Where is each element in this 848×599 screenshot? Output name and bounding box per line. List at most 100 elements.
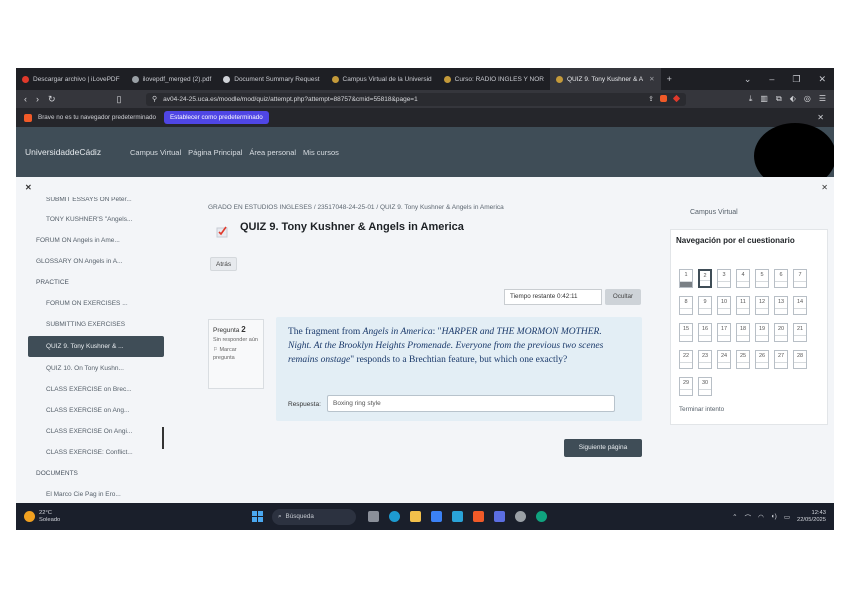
question-nav-button[interactable]: 7 [793,269,807,288]
question-nav-button[interactable]: 19 [755,323,769,342]
course-index-item[interactable]: SUBMIT ESSAYS ON Peter... [16,197,170,209]
nav-link-dashboard[interactable]: Área personal [249,148,296,157]
weather-widget[interactable]: 22°C Soleado [16,510,252,524]
question-nav-button[interactable]: 28 [793,350,807,369]
course-index-item[interactable]: CLASS EXERCISE: Conflict... [16,442,170,463]
site-brand[interactable]: UniversidaddeCádiz [16,147,130,157]
browser-tab-active[interactable]: QUIZ 9. Tony Kushner & A ✕ [549,68,661,90]
vpn-icon[interactable]: ⬖ [790,94,796,104]
nav-link-campus[interactable]: Campus Virtual [130,148,181,157]
site-info-icon[interactable]: ⚲ [152,95,157,103]
brave-rewards-icon[interactable] [672,94,681,103]
set-default-button[interactable]: Establecer como predeterminado [163,111,269,124]
sidebar-icon[interactable]: ▥ [760,94,768,104]
question-nav-button[interactable]: 3 [717,269,731,288]
question-nav-button[interactable]: 22 [679,350,693,369]
task-view-icon[interactable] [368,511,379,522]
question-nav-button[interactable]: 15 [679,323,693,342]
close-infobar-icon[interactable]: ✕ [817,113,834,122]
course-index-item[interactable]: CLASS EXERCISE on Brec... [16,379,170,400]
settings-icon[interactable] [515,511,526,522]
forward-icon[interactable]: › [36,94,39,105]
question-nav-button[interactable]: 25 [736,350,750,369]
question-nav-button[interactable]: 21 [793,323,807,342]
minimize-icon[interactable]: – [769,74,774,85]
wallet-icon[interactable]: ◎ [804,94,811,104]
course-index-item-current[interactable]: QUIZ 9. Tony Kushner & ... [28,336,164,357]
course-index-item[interactable]: TONY KUSHNER'S "Angels... [16,209,170,230]
question-nav-button[interactable]: 14 [793,296,807,315]
course-index-item[interactable]: CLASS EXERCISE On Angi... [16,421,170,442]
close-window-icon[interactable]: ✕ [818,74,826,85]
browser-tab[interactable]: ilovepdf_merged (2).pdf [126,68,218,90]
answer-input[interactable]: Boxing ring style [327,395,615,412]
question-nav-button[interactable]: 9 [698,296,712,315]
question-nav-button[interactable]: 26 [755,350,769,369]
course-index-item[interactable]: FORUM ON Angels in Ame... [16,230,170,251]
question-nav-button[interactable]: 12 [755,296,769,315]
next-page-button[interactable]: Siguiente página [564,439,642,457]
store-icon[interactable] [431,511,442,522]
tab-list-icon[interactable]: ⌄ [744,74,752,85]
taskbar-search[interactable]: ⌕ Búsqueda [272,508,356,525]
windows-start-icon[interactable] [252,510,264,523]
photos-icon[interactable] [452,511,463,522]
maximize-icon[interactable]: ❐ [792,74,800,85]
question-nav-button[interactable]: 10 [717,296,731,315]
question-nav-button[interactable]: 16 [698,323,712,342]
split-view-icon[interactable]: ⧉ [776,94,782,104]
back-button[interactable]: Atrás [210,257,238,271]
course-index-section[interactable]: PRACTICE [16,272,170,293]
question-nav-button[interactable]: 2 [698,269,712,288]
question-nav-button[interactable]: 23 [698,350,712,369]
campus-virtual-link[interactable]: Campus Virtual [690,209,738,216]
brave-icon[interactable] [473,511,484,522]
course-index-item[interactable]: SUBMITTING EXERCISES [16,314,170,335]
question-nav-button[interactable]: 29 [679,377,693,396]
browser-tab[interactable]: Curso: RADIO INGLES Y NOR [438,68,550,90]
question-nav-button[interactable]: 6 [774,269,788,288]
question-nav-button[interactable]: 27 [774,350,788,369]
course-index-item[interactable]: GLOSSARY ON Angels in A... [16,251,170,272]
close-drawer-icon[interactable]: ✕ [25,183,32,192]
question-nav-button[interactable]: 5 [755,269,769,288]
edge-icon[interactable] [389,511,400,522]
question-nav-button[interactable]: 1 [679,269,693,288]
menu-icon[interactable]: ☰ [819,94,826,104]
course-index-item[interactable]: FORUM ON EXERCISES ... [16,293,170,314]
close-block-drawer-icon[interactable]: ✕ [821,183,828,192]
app-icon[interactable] [494,511,505,522]
question-nav-button[interactable]: 4 [736,269,750,288]
share-icon[interactable]: ⇪ [648,95,654,103]
new-tab-button[interactable]: + [661,74,678,84]
course-index-item[interactable]: CLASS EXERCISE on Ang... [16,400,170,421]
reload-icon[interactable]: ↻ [48,94,56,105]
drawer-scrollbar[interactable] [162,427,164,449]
finish-attempt-link[interactable]: Terminar intento [679,406,724,413]
question-nav-button[interactable]: 18 [736,323,750,342]
question-nav-button[interactable]: 30 [698,377,712,396]
question-nav-button[interactable]: 8 [679,296,693,315]
breadcrumb[interactable]: GRADO EN ESTUDIOS INGLESES / 23517048-24… [208,204,504,211]
brave-shields-icon[interactable] [660,95,667,102]
file-explorer-icon[interactable] [410,511,421,522]
close-tab-icon[interactable]: ✕ [649,75,654,83]
browser-tab[interactable]: Document Summary Request [217,68,325,90]
browser-tab[interactable]: Campus Virtual de la Universid [326,68,438,90]
question-nav-button[interactable]: 11 [736,296,750,315]
flag-question-link[interactable]: ⚐ Marcar pregunta [213,346,259,362]
network-icon[interactable]: ⌒ [745,512,752,522]
back-icon[interactable]: ‹ [24,94,27,105]
battery-icon[interactable]: ▭ [784,513,790,521]
question-nav-button[interactable]: 17 [717,323,731,342]
hide-timer-button[interactable]: Ocultar [605,289,641,305]
question-nav-button[interactable]: 24 [717,350,731,369]
nav-link-home[interactable]: Página Principal [188,148,242,157]
course-index-item[interactable]: QUIZ 10. On Tony Kushn... [16,358,170,379]
course-index-item[interactable]: El Marco Cie Pag in Ero... [16,484,170,503]
question-nav-button[interactable]: 13 [774,296,788,315]
bookmark-icon[interactable]: ▯ [117,94,122,105]
course-index-section[interactable]: DOCUMENTS [16,463,170,484]
download-icon[interactable]: ⤓ [749,94,753,104]
clock[interactable]: 12:43 22/05/2025 [797,510,826,524]
